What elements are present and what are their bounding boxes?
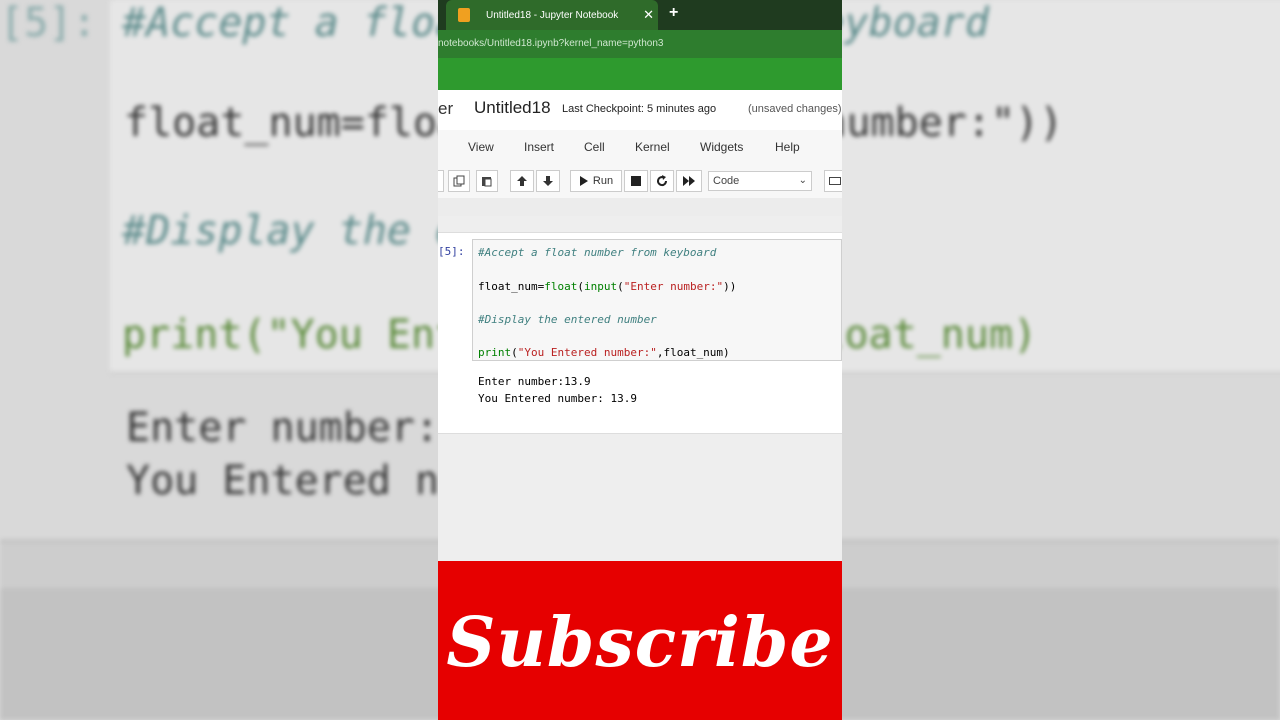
menu-insert[interactable]: Insert (524, 140, 554, 154)
menu-kernel[interactable]: Kernel (635, 140, 670, 154)
close-tab-icon[interactable]: ✕ (643, 7, 654, 23)
restart-icon (657, 175, 668, 187)
address-bar[interactable]: notebooks/Untitled18.ipynb?kernel_name=p… (438, 30, 842, 58)
paste-button[interactable] (476, 170, 498, 192)
code-paren-1: ( (577, 280, 584, 293)
browser-tab-bar: Untitled18 - Jupyter Notebook ✕ + (438, 0, 842, 30)
code-fn-input: input (583, 280, 618, 293)
restart-button[interactable] (650, 170, 674, 192)
code-string-prompt: "Enter number:" (623, 280, 724, 293)
browser-toolbar-strip (438, 58, 842, 90)
chevron-down-icon: ⌄ (798, 175, 807, 186)
cell-type-select[interactable]: Code ⌄ (708, 171, 812, 191)
menu-help[interactable]: Help (775, 140, 800, 154)
unsaved-status: (unsaved changes) (748, 103, 842, 115)
code-paren-4: ( (511, 346, 518, 359)
command-palette-button[interactable] (824, 170, 842, 192)
notebook-title[interactable]: Untitled18 (474, 98, 551, 118)
code-paren-3: )) (723, 280, 737, 293)
interrupt-button[interactable] (624, 170, 648, 192)
menu-bar: View Insert Cell Kernel Widgets Help (438, 130, 842, 165)
notebook-toolbar: Run Code ⌄ (438, 164, 842, 199)
new-tab-icon[interactable]: + (669, 4, 678, 22)
move-down-button[interactable] (536, 170, 560, 192)
cut-button[interactable] (438, 170, 444, 192)
code-var: float_num= (478, 280, 545, 293)
code-string-output: "You Entered number:" (517, 346, 657, 359)
arrow-down-icon (543, 176, 553, 186)
cell-prompt: [5]: (438, 245, 465, 258)
notebook-page: [5]: #Accept a float number from keyboar… (438, 232, 842, 434)
run-button[interactable]: Run (570, 170, 622, 192)
copy-icon (453, 175, 465, 187)
notebook-area: [5]: #Accept a float number from keyboar… (438, 216, 842, 561)
subscribe-text[interactable]: Subscribe (438, 603, 842, 683)
code-comment-1: #Accept a float number from keyboard (478, 246, 717, 259)
tab-title: Untitled18 - Jupyter Notebook (486, 9, 619, 21)
code-line-4: print("You Entered number:",float_num) (478, 346, 730, 359)
keyboard-icon (829, 177, 841, 185)
last-checkpoint: Last Checkpoint: 5 minutes ago (562, 103, 717, 115)
toolbar-separator (438, 198, 842, 216)
arrow-up-icon (517, 176, 527, 186)
move-up-button[interactable] (510, 170, 534, 192)
menu-widgets[interactable]: Widgets (700, 140, 743, 154)
paste-icon (482, 177, 492, 187)
cell-type-value: Code (713, 175, 740, 187)
notebook-panel: Untitled18 - Jupyter Notebook ✕ + notebo… (438, 0, 842, 720)
code-paren-2: ( (617, 280, 624, 293)
code-comment-2: #Display the entered number (478, 313, 657, 326)
output-line-1: Enter number:13.9 (478, 375, 591, 388)
code-fn-float: float (544, 280, 578, 293)
notebook-header: er Untitled18 Last Checkpoint: 5 minutes… (438, 90, 842, 130)
code-fn-print: print (478, 346, 512, 359)
menu-cell[interactable]: Cell (584, 140, 605, 154)
jupyter-logo-text[interactable]: er (438, 99, 453, 119)
copy-button[interactable] (448, 170, 470, 192)
browser-tab[interactable]: Untitled18 - Jupyter Notebook ✕ (446, 0, 658, 30)
subscribe-banner[interactable]: Subscribe (438, 561, 842, 720)
url-text[interactable]: notebooks/Untitled18.ipynb?kernel_name=p… (438, 38, 663, 49)
play-icon (579, 176, 588, 186)
stop-icon (631, 176, 641, 186)
code-rest: ,float_num) (656, 346, 730, 359)
output-line-2: You Entered number: 13.9 (478, 392, 637, 405)
background-prompt: [5]: (0, 0, 97, 46)
run-label: Run (592, 175, 614, 187)
fast-forward-icon (683, 176, 695, 186)
restart-run-all-button[interactable] (676, 170, 702, 192)
menu-view[interactable]: View (468, 140, 494, 154)
code-cell-input[interactable]: #Accept a float number from keyboard flo… (472, 239, 842, 361)
jupyter-tab-icon (458, 8, 470, 22)
code-line-2: float_num=float(input("Enter number:")) (478, 280, 736, 293)
